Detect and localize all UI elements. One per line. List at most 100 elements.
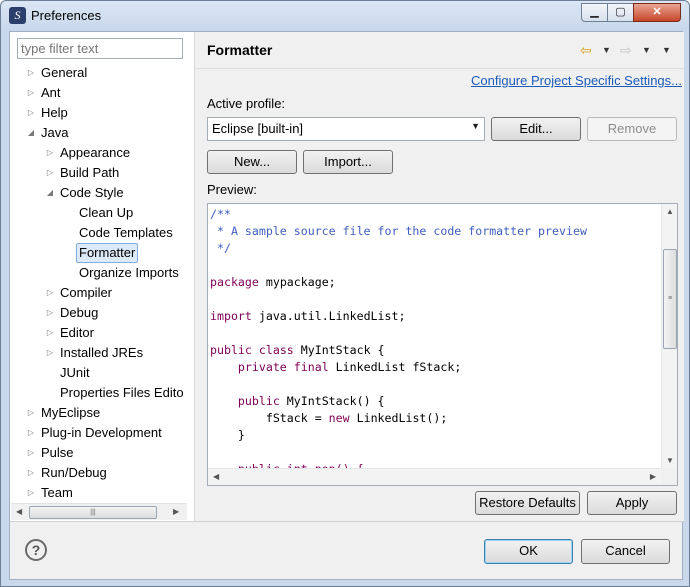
scroll-down-arrow-icon[interactable]: ▼ [666,456,674,465]
code-keyword: public [210,343,252,357]
tree-item-label: Pulse [41,445,74,460]
preview-code: /** * A sample source file for the code … [210,206,660,468]
collapsed-arrow-icon[interactable]: ▷ [26,423,36,443]
expanded-arrow-icon[interactable]: ◢ [45,183,55,203]
tree-item-formatter[interactable]: Formatter [10,243,195,263]
code-line: /** [210,206,660,223]
tree-item-code-templates[interactable]: Code Templates [10,223,195,243]
tree-item-plug-in-development[interactable]: ▷ Plug-in Development [10,423,195,443]
minimize-button[interactable]: ▁ [581,3,608,22]
tree-item-code-style[interactable]: ◢ Code Style [10,183,195,203]
scroll-right-arrow-icon[interactable]: ▶ [173,507,179,516]
footer-divider [10,521,684,522]
collapsed-arrow-icon[interactable]: ▷ [45,323,55,343]
collapsed-arrow-icon[interactable]: ▷ [45,303,55,323]
collapsed-arrow-icon[interactable]: ▷ [26,103,36,123]
code-line: import java.util.LinkedList; [210,308,660,325]
preview-horizontal-scrollbar[interactable]: ◀ ▶ [208,468,661,485]
tree-item-clean-up[interactable]: Clean Up [10,203,195,223]
tree-item-editor[interactable]: ▷ Editor [10,323,195,343]
tree-item-junit[interactable]: JUnit [10,363,195,383]
tree-item-installed-jres[interactable]: ▷ Installed JREs [10,343,195,363]
collapsed-arrow-icon[interactable]: ▷ [26,483,36,503]
tree-horizontal-scrollbar[interactable]: ◀ ||| ▶ [11,503,187,520]
back-history-dropdown-icon[interactable]: ▼ [602,45,611,55]
tree-item-general[interactable]: ▷ General [10,63,195,83]
scroll-up-arrow-icon[interactable]: ▲ [666,207,674,216]
tree-item-properties-files-edito[interactable]: Properties Files Edito [10,383,195,403]
tree-scroll-thumb[interactable]: ||| [29,506,157,519]
profile-select[interactable]: Eclipse [built-in] ▼ [207,117,485,141]
tree-item-run-debug[interactable]: ▷ Run/Debug [10,463,195,483]
collapsed-arrow-icon[interactable]: ▷ [45,283,55,303]
filter-input[interactable] [17,38,183,59]
eclipse-app-icon: S [9,7,26,24]
code-text: fStack = [210,411,329,425]
maximize-button[interactable]: ▢ [607,3,634,22]
new-profile-button[interactable]: New... [207,150,297,174]
preview-vertical-scrollbar[interactable]: ▲ ≡ ▼ [661,204,677,468]
tree-item-pulse[interactable]: ▷ Pulse [10,443,195,463]
preview-scroll-thumb[interactable]: ≡ [663,249,677,349]
tree-item-label: Clean Up [79,205,134,220]
window-title: Preferences [31,8,102,23]
apply-button[interactable]: Apply [587,491,677,515]
tree-item-debug[interactable]: ▷ Debug [10,303,195,323]
code-line: */ [210,240,660,257]
tree-item-label: JUnit [60,365,90,380]
configure-project-settings-link[interactable]: Configure Project Specific Settings... [471,73,682,88]
code-line: * A sample source file for the code form… [210,223,660,240]
code-keyword: package [210,275,259,289]
restore-defaults-button[interactable]: Restore Defaults [475,491,580,515]
close-button[interactable]: ✕ [633,3,681,22]
expanded-arrow-icon[interactable]: ◢ [26,123,36,143]
collapsed-arrow-icon[interactable]: ▷ [45,163,55,183]
tree-item-build-path[interactable]: ▷ Build Path [10,163,195,183]
formatter-page: Formatter ⇦ ▼ ⇨ ▼ ▼ Configure Project Sp… [196,32,684,521]
forward-arrow-icon[interactable]: ⇨ [620,42,632,59]
code-keyword: import [210,309,252,323]
collapsed-arrow-icon[interactable]: ▷ [45,343,55,363]
tree-item-myeclipse[interactable]: ▷ MyEclipse [10,403,195,423]
tree-item-java[interactable]: ◢ Java [10,123,195,143]
cancel-button[interactable]: Cancel [581,539,670,564]
remove-button[interactable]: Remove [587,117,677,141]
import-button[interactable]: Import... [303,150,393,174]
code-text: MyIntStack() { [279,394,385,408]
code-line: public int pop() { [210,461,660,468]
ok-button[interactable]: OK [484,539,573,564]
title-bar[interactable]: S Preferences ▁ ▢ ✕ [1,1,689,31]
code-line: public class MyIntStack { [210,342,660,359]
preview-scroll-right-icon[interactable]: ▶ [650,472,656,481]
tree-item-ant[interactable]: ▷ Ant [10,83,195,103]
tree-item-appearance[interactable]: ▷ Appearance [10,143,195,163]
forward-history-dropdown-icon[interactable]: ▼ [642,45,651,55]
code-text: LinkedList fStack; [328,360,462,374]
collapsed-arrow-icon[interactable]: ▷ [26,463,36,483]
collapsed-arrow-icon[interactable]: ▷ [26,83,36,103]
navigation-panel: ▷ General ▷ Ant ▷ Help ◢ Java ▷ Appearance ▷ Build … [10,32,195,521]
tree-item-compiler[interactable]: ▷ Compiler [10,283,195,303]
back-arrow-icon[interactable]: ⇦ [580,42,592,59]
collapsed-arrow-icon[interactable]: ▷ [26,63,36,83]
collapsed-arrow-icon[interactable]: ▷ [26,403,36,423]
tree-item-label: Java [41,125,69,140]
scroll-left-arrow-icon[interactable]: ◀ [16,507,22,516]
code-keyword: class [258,343,294,357]
code-line: private final LinkedList fStack; [210,359,660,376]
help-icon[interactable]: ? [25,539,47,561]
view-menu-icon[interactable]: ▼ [662,45,671,55]
tree-item-label: Ant [41,85,61,100]
tree-item-label: Debug [60,305,99,320]
tree-item-organize-imports[interactable]: Organize Imports [10,263,195,283]
tree-item-help[interactable]: ▷ Help [10,103,195,123]
tree-item-team[interactable]: ▷ Team [10,483,195,503]
code-comment: /** [210,207,231,221]
preview-scroll-left-icon[interactable]: ◀ [213,472,219,481]
collapsed-arrow-icon[interactable]: ▷ [26,443,36,463]
tree-item-label: Editor [60,325,94,340]
collapsed-arrow-icon[interactable]: ▷ [45,143,55,163]
edit-button[interactable]: Edit... [491,117,581,141]
